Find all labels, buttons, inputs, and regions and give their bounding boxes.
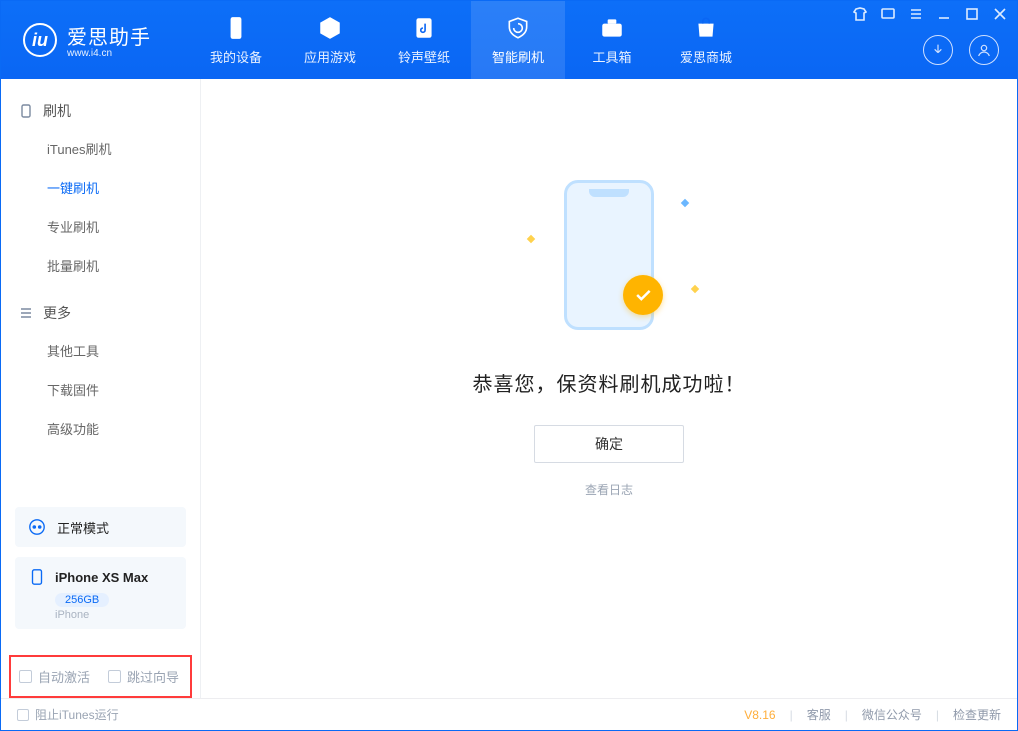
sparkle-icon (691, 284, 699, 292)
checkbox-box-icon (108, 670, 121, 683)
sidebar-item-oneclick-flash[interactable]: 一键刷机 (1, 168, 200, 207)
checkbox-auto-activate[interactable]: 自动激活 (19, 667, 90, 686)
nav-ringtone-wallpaper[interactable]: 铃声壁纸 (377, 1, 471, 79)
footer-link-wechat[interactable]: 微信公众号 (862, 706, 922, 723)
briefcase-icon (598, 14, 626, 42)
logo-icon: iu (23, 23, 57, 57)
sidebar-item-pro-flash[interactable]: 专业刷机 (1, 207, 200, 246)
shopping-bag-icon (692, 14, 720, 42)
sidebar-item-advanced[interactable]: 高级功能 (1, 409, 200, 448)
minimize-icon[interactable] (937, 7, 951, 21)
logo-text: 爱思助手 www.i4.cn (67, 21, 151, 59)
nav-apps-games[interactable]: 应用游戏 (283, 1, 377, 79)
footer-right: V8.16 | 客服 | 微信公众号 | 检查更新 (744, 706, 1001, 723)
nav-label: 我的设备 (210, 47, 262, 66)
sidebar-nav: 刷机 iTunes刷机 一键刷机 专业刷机 批量刷机 更多 其他工具 下载固件 … (1, 79, 200, 497)
body: 刷机 iTunes刷机 一键刷机 专业刷机 批量刷机 更多 其他工具 下载固件 … (1, 79, 1017, 698)
device-icon (27, 567, 47, 587)
music-note-icon (410, 14, 438, 42)
device-storage: 256GB (55, 593, 109, 607)
mode-icon (27, 517, 47, 537)
main-content: 恭喜您，保资料刷机成功啦！ 确定 查看日志 (201, 79, 1017, 698)
divider: | (790, 708, 793, 722)
nav-smart-flash[interactable]: 智能刷机 (471, 1, 565, 79)
header-actions (923, 35, 999, 65)
app-title: 爱思助手 (67, 21, 151, 50)
titlebar-controls (853, 7, 1007, 21)
sidebar-group-title: 刷机 (43, 101, 71, 121)
logo[interactable]: iu 爱思助手 www.i4.cn (1, 21, 169, 59)
divider: | (845, 708, 848, 722)
list-icon (19, 306, 33, 320)
maximize-icon[interactable] (965, 7, 979, 21)
phone-icon (222, 14, 250, 42)
header: iu 爱思助手 www.i4.cn 我的设备 应用游戏 铃声壁纸 智能刷机 (1, 1, 1017, 79)
sidebar-item-download-firmware[interactable]: 下载固件 (1, 370, 200, 409)
phone-illustration-icon (564, 180, 654, 330)
footer-link-service[interactable]: 客服 (807, 706, 831, 723)
nav-my-device[interactable]: 我的设备 (189, 1, 283, 79)
nav-label: 铃声壁纸 (398, 47, 450, 66)
sidebar-group-more[interactable]: 更多 (1, 295, 200, 331)
sidebar-item-itunes-flash[interactable]: iTunes刷机 (1, 129, 200, 168)
device-name: iPhone XS Max (55, 570, 148, 585)
download-circle-icon[interactable] (923, 35, 953, 65)
mode-card[interactable]: 正常模式 (15, 507, 186, 547)
nav-toolbox[interactable]: 工具箱 (565, 1, 659, 79)
sidebar: 刷机 iTunes刷机 一键刷机 专业刷机 批量刷机 更多 其他工具 下载固件 … (1, 79, 201, 698)
sidebar-group-flash[interactable]: 刷机 (1, 93, 200, 129)
checkbox-label: 自动激活 (38, 667, 90, 686)
nav-label: 智能刷机 (492, 47, 544, 66)
device-small-icon (19, 104, 33, 118)
app-window: iu 爱思助手 www.i4.cn 我的设备 应用游戏 铃声壁纸 智能刷机 (0, 0, 1018, 731)
sidebar-bottom: 正常模式 iPhone XS Max 256GB iPhone (1, 497, 200, 651)
nav-label: 工具箱 (592, 47, 631, 66)
cube-icon (316, 14, 344, 42)
nav-label: 爱思商城 (680, 47, 732, 66)
mode-label: 正常模式 (57, 518, 109, 537)
checkbox-box-icon (19, 670, 32, 683)
checkmark-badge-icon (623, 275, 663, 315)
checkbox-skip-guide[interactable]: 跳过向导 (108, 667, 179, 686)
sidebar-item-batch-flash[interactable]: 批量刷机 (1, 246, 200, 285)
shirt-icon[interactable] (853, 7, 867, 21)
device-card[interactable]: iPhone XS Max 256GB iPhone (15, 557, 186, 629)
sidebar-item-other-tools[interactable]: 其他工具 (1, 331, 200, 370)
footer-link-update[interactable]: 检查更新 (953, 706, 1001, 723)
view-log-link[interactable]: 查看日志 (585, 481, 633, 498)
nav-label: 应用游戏 (304, 47, 356, 66)
app-url: www.i4.cn (67, 48, 151, 59)
checkbox-block-itunes[interactable]: 阻止iTunes运行 (17, 706, 119, 723)
nav-store[interactable]: 爱思商城 (659, 1, 753, 79)
success-message: 恭喜您，保资料刷机成功啦！ (473, 368, 746, 397)
device-type: iPhone (55, 609, 174, 621)
checkbox-label: 跳过向导 (127, 667, 179, 686)
top-nav: 我的设备 应用游戏 铃声壁纸 智能刷机 工具箱 爱思商城 (189, 1, 753, 79)
user-circle-icon[interactable] (969, 35, 999, 65)
refresh-shield-icon (504, 14, 532, 42)
version-label: V8.16 (744, 708, 775, 722)
divider: | (936, 708, 939, 722)
success-illustration (524, 170, 694, 340)
footer: 阻止iTunes运行 V8.16 | 客服 | 微信公众号 | 检查更新 (1, 698, 1017, 730)
menu-icon[interactable] (909, 7, 923, 21)
highlighted-checkbox-row: 自动激活 跳过向导 (9, 655, 192, 698)
sparkle-icon (527, 234, 535, 242)
checkbox-label: 阻止iTunes运行 (35, 706, 119, 723)
checkbox-box-icon (17, 709, 29, 721)
ok-button[interactable]: 确定 (534, 425, 684, 463)
sparkle-icon (681, 198, 689, 206)
feedback-icon[interactable] (881, 7, 895, 21)
close-icon[interactable] (993, 7, 1007, 21)
sidebar-group-title: 更多 (43, 303, 71, 323)
